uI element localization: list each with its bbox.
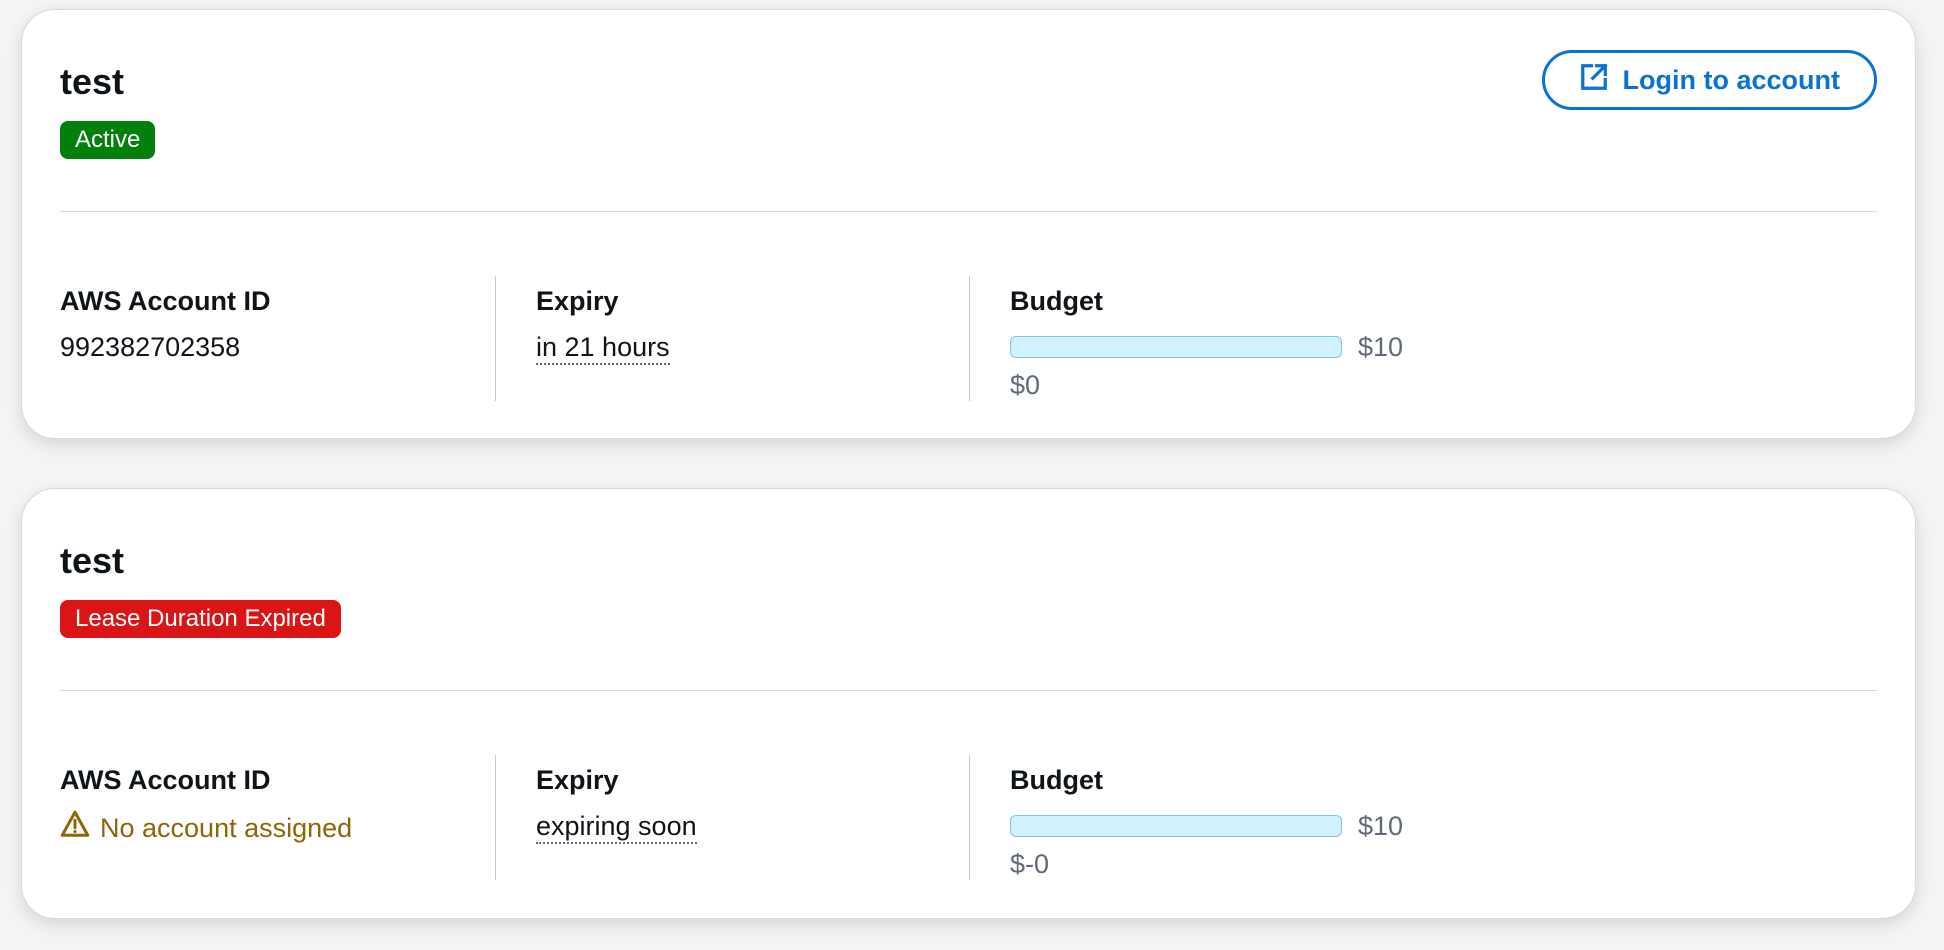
budget-max: $10 [1358,331,1404,362]
card-divider [60,690,1877,691]
leases-page: test Active Login to account AWS Account… [0,0,1944,950]
account-id-label: AWS Account ID [60,765,271,795]
budget-max: $10 [1358,810,1404,841]
login-to-account-button[interactable]: Login to account [1541,50,1877,110]
expiry-label: Expiry [536,765,619,795]
lease-details: AWS Account ID 992382702358 Expiry in 21… [60,276,1443,401]
expiry-value[interactable]: expiring soon [536,811,697,844]
budget-progress-bar [1010,336,1342,358]
budget-column: Budget $10 $-0 [969,755,1443,880]
account-id-column: AWS Account ID 992382702358 [60,276,495,401]
lease-card: test Active Login to account AWS Account… [21,9,1916,439]
login-button-label: Login to account [1622,64,1840,95]
no-account-warning: No account assigned [60,809,495,847]
account-id-column: AWS Account ID No account assigned [60,755,495,880]
budget-used: $-0 [1010,849,1050,879]
expiry-column: Expiry in 21 hours [495,276,969,401]
warning-icon [60,809,90,847]
budget-progress-bar [1010,815,1342,837]
expiry-value[interactable]: in 21 hours [536,332,670,365]
budget-label: Budget [1010,765,1103,795]
external-link-icon [1579,62,1609,99]
no-account-text: No account assigned [100,813,353,843]
lease-card: test Lease Duration Expired AWS Account … [21,488,1916,919]
lease-details: AWS Account ID No account assigned Expir… [60,755,1443,880]
budget-label: Budget [1010,286,1103,316]
budget-used: $0 [1010,370,1041,400]
account-id-label: AWS Account ID [60,286,271,316]
expiry-label: Expiry [536,286,619,316]
lease-name: test [60,61,125,102]
status-badge: Active [60,121,156,159]
lease-name: test [60,540,125,581]
expiry-column: Expiry expiring soon [495,755,969,880]
card-divider [60,211,1877,212]
account-id-value: 992382702358 [60,332,241,362]
budget-column: Budget $10 $0 [969,276,1443,401]
status-badge: Lease Duration Expired [60,600,341,638]
